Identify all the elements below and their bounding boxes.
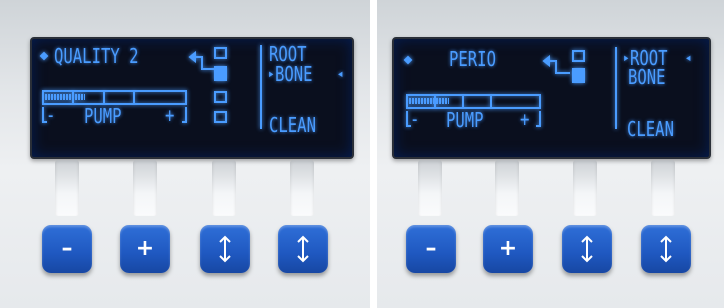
minus-button-label: – — [61, 236, 73, 261]
minus-button-left[interactable]: – — [42, 225, 92, 273]
mode-root-left: ROOT — [269, 42, 307, 66]
select-button-right-1[interactable] — [562, 225, 612, 273]
return-arrow-icon — [194, 56, 214, 70]
button-guide-slot — [573, 160, 597, 216]
up-down-arrow-icon — [581, 235, 593, 263]
menu-marker-icon — [39, 51, 49, 61]
mode-bone-right: BONE — [628, 65, 666, 89]
button-guide-slot — [495, 160, 519, 216]
pump-minus-left: - — [46, 103, 56, 127]
return-arrow-icon — [548, 60, 570, 74]
up-down-arrow-icon — [297, 235, 309, 263]
mode-label-right: PERIO — [449, 47, 496, 71]
lcd-display-right: PERIO ▸ ROOT ◂ BONE CLEAN - PUMP + — [392, 37, 711, 159]
button-guide-slot — [651, 160, 675, 216]
select-button-right-2[interactable] — [641, 225, 691, 273]
button-guide-slot — [55, 160, 79, 216]
select-button-left-1[interactable] — [200, 225, 250, 273]
plus-button-left[interactable]: + — [120, 225, 170, 273]
pump-label-left: PUMP — [84, 104, 122, 128]
plus-button-right[interactable]: + — [483, 225, 533, 273]
button-guide-slot — [290, 160, 314, 216]
minus-button-label: – — [425, 236, 437, 261]
mode-clean-right: CLEAN — [627, 117, 674, 141]
plus-button-label: + — [498, 236, 518, 261]
selection-left-arrow-icon: ▸ — [268, 66, 275, 82]
button-guide-slot — [133, 160, 157, 216]
lcd-display-left: QUALITY 2 ROOT BONE ▸ ◂ CLEAN - PUMP + — [30, 37, 354, 159]
pump-minus-right: - — [410, 107, 420, 131]
button-guide-slot — [418, 160, 442, 216]
mode-label-left: QUALITY 2 — [54, 44, 139, 68]
up-down-arrow-icon — [219, 235, 231, 263]
mode-clean-left: CLEAN — [269, 113, 316, 137]
minus-button-right[interactable]: – — [406, 225, 456, 273]
select-button-left-2[interactable] — [278, 225, 328, 273]
button-guide-slot — [212, 160, 236, 216]
up-down-arrow-icon — [660, 235, 672, 263]
pump-plus-right: + — [520, 107, 530, 131]
selection-right-arrow-icon: ◂ — [337, 66, 344, 82]
plus-button-label: + — [135, 236, 155, 261]
pump-plus-left: + — [165, 103, 175, 127]
selection-right-arrow-icon: ◂ — [685, 50, 692, 66]
mode-bone-left: BONE — [275, 62, 313, 86]
pump-label-right: PUMP — [446, 108, 484, 132]
right-control-panel: PERIO ▸ ROOT ◂ BONE CLEAN - PUMP + – + — [377, 0, 724, 308]
menu-marker-icon — [403, 55, 413, 65]
left-control-panel: QUALITY 2 ROOT BONE ▸ ◂ CLEAN - PUMP + –… — [0, 0, 370, 308]
